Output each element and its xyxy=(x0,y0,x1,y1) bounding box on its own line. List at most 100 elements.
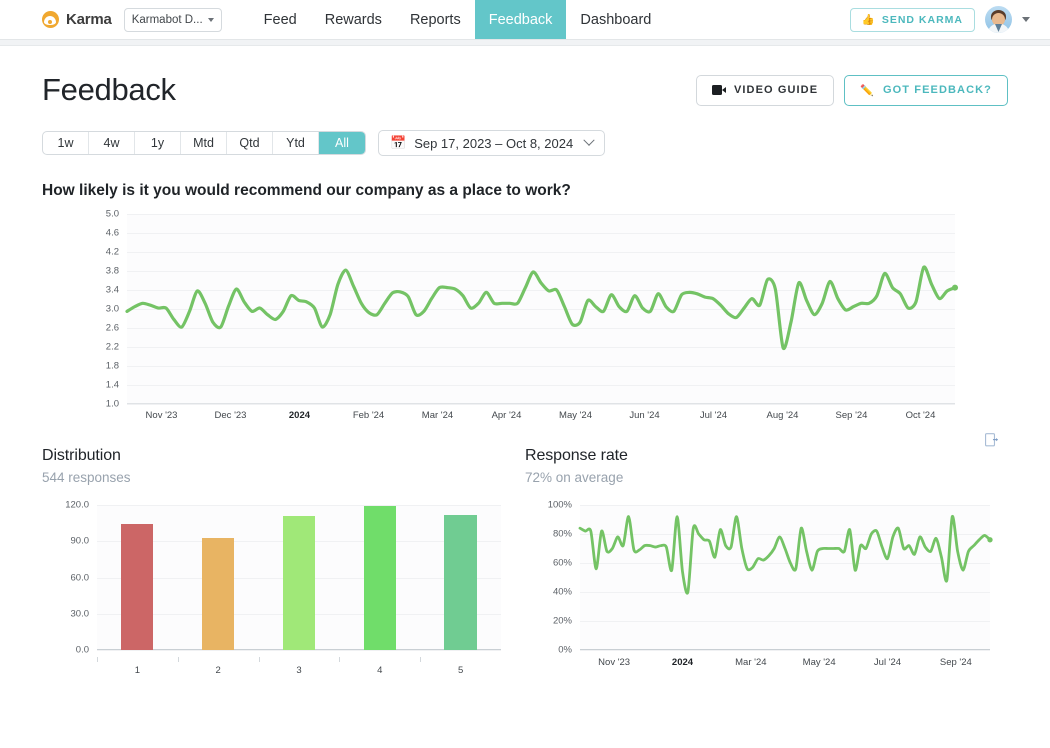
x-axis-tick-label: Apr '24 xyxy=(492,410,522,421)
x-axis-tick-label: May '24 xyxy=(559,410,592,421)
date-range-picker[interactable]: 📅 Sep 17, 2023 – Oct 8, 2024 xyxy=(378,130,605,156)
x-axis-tick-label: 3 xyxy=(296,665,301,676)
x-axis-tick-label: Sep '24 xyxy=(836,410,868,421)
y-axis-tick-label: 2.2 xyxy=(106,342,119,353)
send-karma-button[interactable]: 👍 SEND KARMA xyxy=(850,8,975,32)
gridline xyxy=(127,404,955,405)
nav-item-feed[interactable]: Feed xyxy=(250,0,311,39)
video-camera-icon xyxy=(712,85,726,95)
range-option-1w[interactable]: 1w xyxy=(43,132,89,154)
y-axis-tick-label: 3.4 xyxy=(106,285,119,296)
x-axis-tick-mark xyxy=(178,657,179,662)
x-axis-tick-label: Oct '24 xyxy=(906,410,936,421)
time-range-segmented-control: 1w 4w 1y Mtd Qtd Ytd All xyxy=(42,131,366,155)
y-axis-tick-label: 0.0 xyxy=(76,645,89,656)
survey-question: How likely is it you would recommend our… xyxy=(42,182,1008,200)
nps_trend-line-series xyxy=(127,214,955,404)
range-option-all[interactable]: All xyxy=(319,132,365,154)
export-document-icon[interactable] xyxy=(985,433,1000,450)
x-axis-tick-label: Feb '24 xyxy=(353,410,384,421)
x-axis-tick-label: May '24 xyxy=(803,657,836,668)
x-axis-tick-label: Nov '23 xyxy=(598,657,630,668)
x-axis-tick-label: 4 xyxy=(377,665,382,676)
distribution-bar[interactable] xyxy=(364,506,396,650)
range-option-mtd[interactable]: Mtd xyxy=(181,132,227,154)
nav-item-reports[interactable]: Reports xyxy=(396,0,475,39)
x-axis-tick-mark xyxy=(97,657,98,662)
avatar[interactable] xyxy=(985,6,1012,33)
brand-name: Karma xyxy=(66,11,112,28)
y-axis-tick-label: 1.4 xyxy=(106,380,119,391)
brand-logo[interactable]: Karma xyxy=(0,0,112,39)
y-axis-tick-label: 4.6 xyxy=(106,228,119,239)
x-axis-tick-label: 1 xyxy=(135,665,140,676)
send-karma-label: SEND KARMA xyxy=(882,14,963,26)
video-guide-button[interactable]: VIDEO GUIDE xyxy=(696,75,834,106)
x-axis-tick-label: Sep '24 xyxy=(940,657,972,668)
x-axis-tick-label: Jul '24 xyxy=(874,657,901,668)
range-option-qtd[interactable]: Qtd xyxy=(227,132,273,154)
nav-item-rewards[interactable]: Rewards xyxy=(311,0,396,39)
distribution-subtitle: 544 responses xyxy=(42,470,525,485)
response-rate-chart: 0%20%40%60%80%100% Nov '23 2024 Mar '24 May… xyxy=(525,505,1008,675)
response-rate-subtitle: 72% on average xyxy=(525,470,1008,485)
x-axis-tick-label: Jul '24 xyxy=(700,410,727,421)
video-guide-label: VIDEO GUIDE xyxy=(734,84,818,96)
page-header-actions: VIDEO GUIDE ✏️ GOT FEEDBACK? xyxy=(696,75,1008,106)
x-axis-tick-label: 2024 xyxy=(672,657,693,668)
x-axis-tick-mark xyxy=(259,657,260,662)
user-menu-chevron-down-icon[interactable] xyxy=(1022,17,1030,22)
distribution-bar[interactable] xyxy=(283,516,315,650)
range-option-ytd[interactable]: Ytd xyxy=(273,132,319,154)
got-feedback-button[interactable]: ✏️ GOT FEEDBACK? xyxy=(844,75,1008,106)
y-axis-tick-label: 3.0 xyxy=(106,304,119,315)
y-axis-tick-label: 60% xyxy=(553,558,572,569)
x-axis-tick-label: 2024 xyxy=(289,410,310,421)
range-option-1y[interactable]: 1y xyxy=(135,132,181,154)
page-header-row: Feedback VIDEO GUIDE ✏️ GOT FEEDBACK? xyxy=(42,72,1008,108)
distribution-panel: Distribution 544 responses 0.030.060.090… xyxy=(42,447,525,675)
response_rate-line-series xyxy=(580,505,990,650)
x-axis-tick-mark xyxy=(339,657,340,662)
chevron-down-icon xyxy=(584,135,595,146)
distribution-bar[interactable] xyxy=(444,515,476,650)
nps-plot-area: 1.01.41.82.22.63.03.43.84.24.65.0 xyxy=(127,214,955,404)
bottom-charts-row: Distribution 544 responses 0.030.060.090… xyxy=(42,447,1008,675)
distribution-bar[interactable] xyxy=(121,524,153,650)
page-content: Feedback VIDEO GUIDE ✏️ GOT FEEDBACK? 1w… xyxy=(0,72,1050,675)
y-axis-tick-label: 3.8 xyxy=(106,266,119,277)
response-rate-panel: Response rate 72% on average 0%20%40%60%… xyxy=(525,447,1008,675)
y-axis-tick-label: 5.0 xyxy=(106,209,119,220)
header-divider-band xyxy=(0,40,1050,46)
range-option-4w[interactable]: 4w xyxy=(89,132,135,154)
top-nav-right-group: 👍 SEND KARMA xyxy=(850,0,1050,39)
response-rate-x-axis: Nov '23 2024 Mar '24 May '24 Jul '24 Sep '24 xyxy=(580,657,990,671)
chevron-down-icon xyxy=(208,18,214,22)
x-axis-tick-mark xyxy=(420,657,421,662)
y-axis-tick-label: 40% xyxy=(553,587,572,598)
y-axis-tick-label: 0% xyxy=(558,645,572,656)
y-axis-tick-label: 1.0 xyxy=(106,399,119,410)
distribution-plot-area: 0.030.060.090.0120.0 xyxy=(97,505,501,650)
workspace-selector[interactable]: Karmabot D... xyxy=(124,8,222,32)
nav-item-feedback[interactable]: Feedback xyxy=(475,0,567,39)
x-axis-tick-label: Dec '23 xyxy=(215,410,247,421)
response-rate-plot-area: 0%20%40%60%80%100% xyxy=(580,505,990,650)
nps-trend-chart: 1.01.41.82.22.63.03.43.84.24.65.0 Nov '2… xyxy=(42,214,1008,429)
date-range-label: Sep 17, 2023 – Oct 8, 2024 xyxy=(414,136,573,151)
x-axis-tick-label: 2 xyxy=(216,665,221,676)
x-axis-tick-label: Mar '24 xyxy=(735,657,766,668)
nav-item-dashboard[interactable]: Dashboard xyxy=(566,0,665,39)
y-axis-tick-label: 90.0 xyxy=(71,536,90,547)
page-title: Feedback xyxy=(42,72,176,108)
distribution-bar[interactable] xyxy=(202,538,234,650)
distribution-chart: 0.030.060.090.0120.0 12345 xyxy=(42,505,525,675)
y-axis-tick-label: 20% xyxy=(553,616,572,627)
gridline xyxy=(97,505,501,506)
x-axis-tick-label: Aug '24 xyxy=(767,410,799,421)
main-nav: Feed Rewards Reports Feedback Dashboard xyxy=(250,0,666,39)
karma-logo-icon xyxy=(42,11,59,28)
y-axis-tick-label: 2.6 xyxy=(106,323,119,334)
filter-row: 1w 4w 1y Mtd Qtd Ytd All 📅 Sep 17, 2023 … xyxy=(42,130,1008,156)
distribution-x-axis: 12345 xyxy=(97,657,501,671)
